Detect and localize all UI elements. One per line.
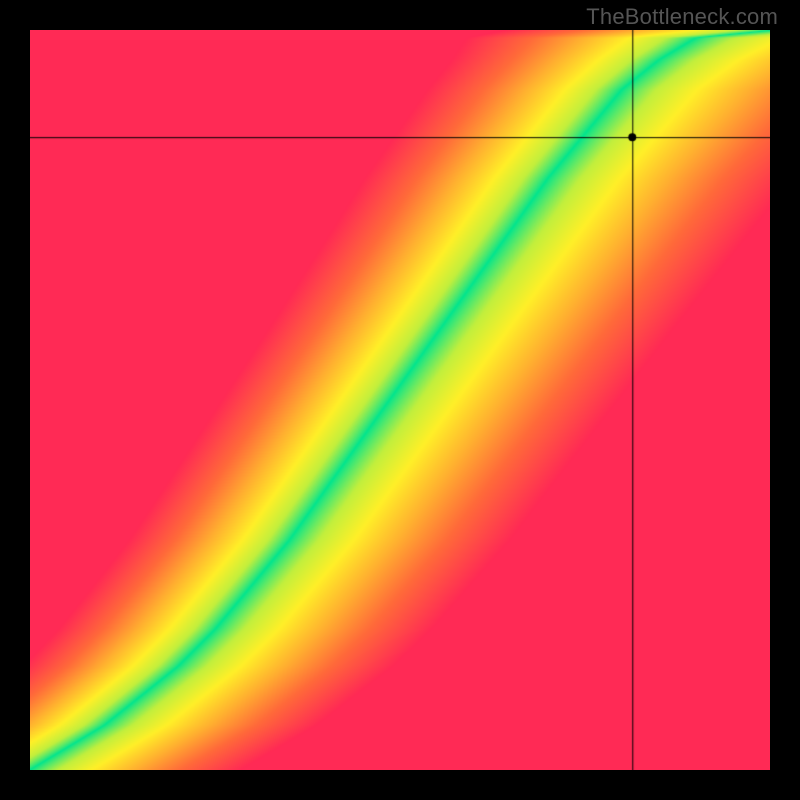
bottleneck-heatmap (30, 30, 770, 770)
watermark-text: TheBottleneck.com (586, 4, 778, 30)
chart-container: TheBottleneck.com (0, 0, 800, 800)
